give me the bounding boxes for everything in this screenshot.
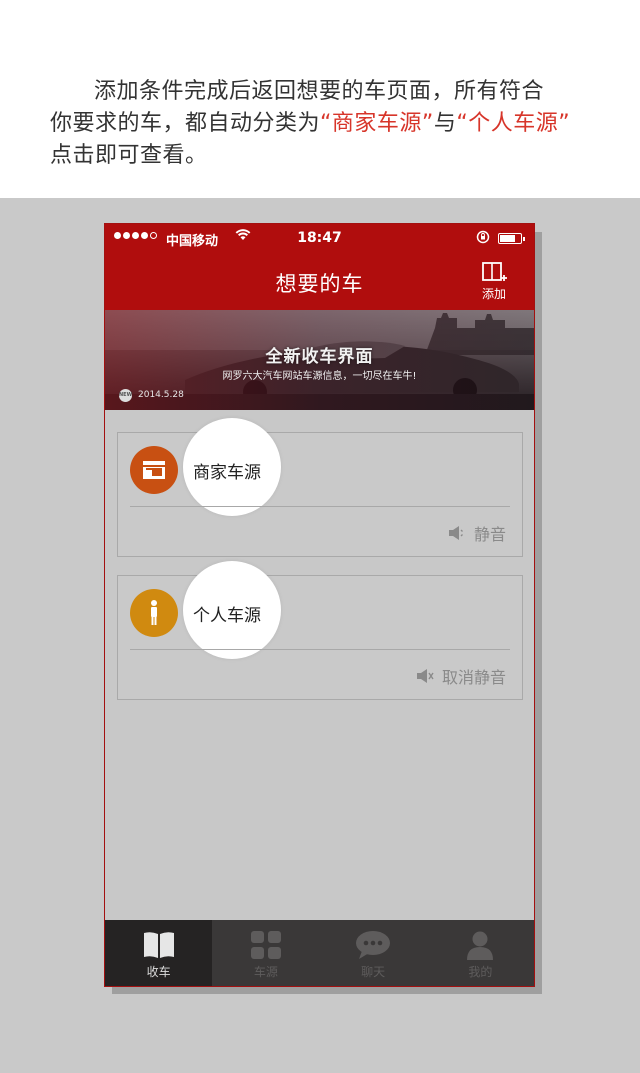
intro-highlight-personal: “个人车源”: [456, 111, 571, 136]
banner-title: 全新收车界面: [265, 347, 374, 367]
user-icon: [467, 931, 494, 960]
nav-bar: 想要的车 添加: [105, 254, 534, 310]
mute-button[interactable]: 静音: [448, 521, 506, 545]
add-button-label: 添加: [481, 287, 506, 301]
book-icon: [143, 932, 174, 958]
divider: [130, 506, 510, 507]
intro-joiner: 与: [433, 111, 457, 136]
tab-car-sources[interactable]: 车源: [212, 920, 319, 986]
source-label: 商家车源: [193, 463, 261, 483]
tab-chat[interactable]: 聊天: [320, 920, 427, 986]
person-icon: [130, 589, 178, 637]
intro-line-2: 你要求的车，都自动分类为“商家车源”与“个人车源”: [50, 108, 610, 140]
phone-screen: 中国移动 18:47 想要的车 添加 全新收车界面 网罗六大汽车网站车源信息，一…: [104, 223, 535, 987]
tab-mine[interactable]: 我的: [427, 920, 534, 986]
storefront-icon: [130, 446, 178, 494]
tab-bar: 收车 车源 聊天 我的: [105, 920, 534, 986]
new-badge: NEW: [119, 389, 132, 402]
tab-label: 收车: [146, 965, 171, 979]
banner-subtitle: 网罗六大汽车网站车源信息，一切尽在车牛!: [222, 371, 417, 382]
add-book-icon: [482, 262, 507, 284]
intro-line-2-prefix: 你要求的车，都自动分类为: [50, 111, 321, 136]
chat-bubble-icon: [356, 931, 391, 959]
intro-line-1: 添加条件完成后返回想要的车页面，所有符合: [94, 79, 545, 104]
intro-highlight-dealer: “商家车源”: [320, 111, 434, 136]
tab-receive-cars[interactable]: 收车: [105, 920, 213, 986]
status-bar: 中国移动 18:47: [105, 224, 534, 254]
personal-source-card[interactable]: 个人车源 取消静音: [117, 561, 523, 700]
tab-label: 聊天: [361, 965, 386, 979]
speaker-icon: [448, 526, 463, 540]
dealer-source-card[interactable]: 商家车源 静音: [117, 418, 523, 557]
unmute-button[interactable]: 取消静音: [416, 664, 506, 688]
tab-label: 车源: [253, 965, 278, 979]
promo-banner[interactable]: 全新收车界面 网罗六大汽车网站车源信息，一切尽在车牛! NEW 2014.5.2…: [105, 310, 534, 410]
mute-label: 静音: [473, 525, 506, 544]
add-button[interactable]: 添加: [468, 260, 520, 306]
status-time: 18:47: [297, 230, 342, 246]
rotation-lock-icon: [476, 230, 490, 247]
banner-date: 2014.5.28: [138, 390, 184, 400]
battery-icon: [498, 233, 525, 244]
intro-section: 添加条件完成后返回想要的车页面，所有符合 你要求的车，都自动分类为“商家车源”与…: [0, 0, 640, 198]
divider: [130, 649, 510, 650]
unmute-label: 取消静音: [441, 668, 506, 687]
muted-speaker-icon: [416, 669, 434, 683]
intro-line-3: 点击即可查看。: [50, 143, 208, 168]
tab-label: 我的: [468, 965, 493, 979]
intro-text: 添加条件完成后返回想要的车页面，所有符合 你要求的车，都自动分类为“商家车源”与…: [50, 76, 610, 172]
grid-icon: [250, 931, 281, 959]
source-label: 个人车源: [193, 606, 261, 626]
